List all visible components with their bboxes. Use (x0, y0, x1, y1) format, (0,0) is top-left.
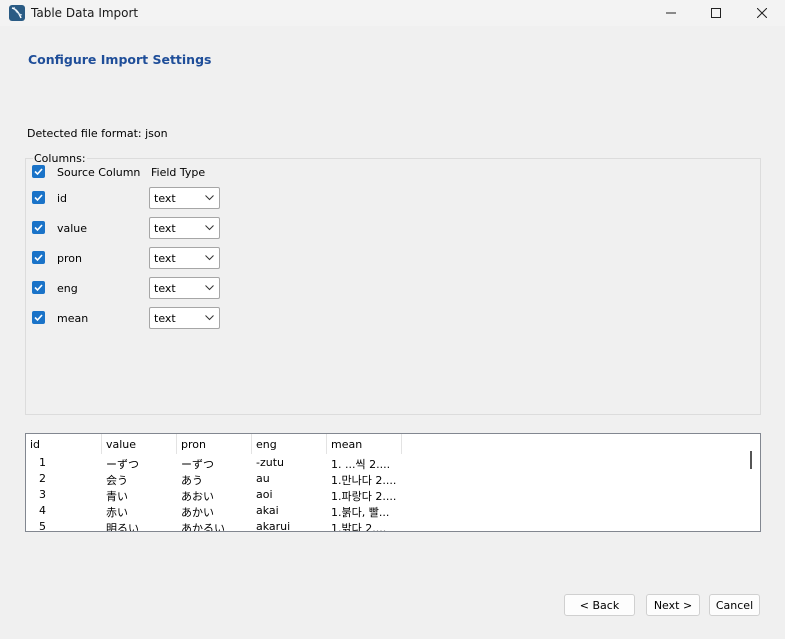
column-name-id: id (57, 192, 68, 205)
preview-cell: 2 (39, 472, 46, 485)
preview-cell: akai (256, 504, 279, 517)
chevron-down-icon (205, 285, 214, 291)
preview-header-eng[interactable]: eng (252, 434, 327, 454)
chevron-down-icon (205, 255, 214, 261)
preview-header-pron[interactable]: pron (177, 434, 252, 454)
preview-cell: 赤い (106, 506, 128, 519)
field-type-select-id[interactable]: text (149, 187, 220, 209)
page-title: Configure Import Settings (28, 52, 212, 67)
field-type-value: text (154, 192, 176, 205)
preview-cell: 青い (106, 490, 128, 503)
cancel-button[interactable]: Cancel (709, 594, 760, 616)
preview-header-id[interactable]: id (26, 434, 102, 454)
field-type-value: text (154, 282, 176, 295)
next-button[interactable]: Next > (646, 594, 700, 616)
preview-cell: あおい (181, 490, 214, 503)
preview-cell: あう (181, 474, 203, 487)
select-all-checkbox[interactable] (32, 165, 45, 178)
minimize-button[interactable] (648, 0, 694, 26)
field-type-select-pron[interactable]: text (149, 247, 220, 269)
preview-cell: 会う (106, 474, 128, 487)
preview-cell: ーずつ (106, 458, 139, 471)
preview-cell: ーずつ (181, 458, 214, 471)
column-checkbox-pron[interactable] (32, 251, 45, 264)
column-checkbox-id[interactable] (32, 191, 45, 204)
field-type-value: text (154, 312, 176, 325)
data-preview-table[interactable]: id value pron eng mean 1 ーずつ ーずつ -zutu 1… (25, 433, 761, 532)
preview-cell: akarui (256, 520, 291, 532)
column-name-eng: eng (57, 282, 78, 295)
column-checkbox-eng[interactable] (32, 281, 45, 294)
column-name-pron: pron (57, 252, 82, 265)
preview-cell: 5 (39, 520, 46, 532)
columns-group (25, 158, 761, 415)
field-type-select-eng[interactable]: text (149, 277, 220, 299)
chevron-down-icon (205, 195, 214, 201)
window-title: Table Data Import (31, 6, 139, 20)
source-column-header: Source Column (57, 166, 141, 179)
chevron-down-icon (205, 225, 214, 231)
maximize-button[interactable] (693, 0, 739, 26)
preview-cell: 1 (39, 456, 46, 469)
back-button[interactable]: < Back (564, 594, 635, 616)
preview-cell: 4 (39, 504, 46, 517)
columns-group-label: Columns: (33, 152, 87, 165)
field-type-value: text (154, 222, 176, 235)
column-checkbox-mean[interactable] (32, 311, 45, 324)
vertical-scrollbar[interactable] (743, 434, 760, 531)
column-name-mean: mean (57, 312, 89, 325)
preview-header-value[interactable]: value (102, 434, 177, 454)
field-type-header: Field Type (151, 166, 206, 179)
preview-cell: あかるい (181, 522, 225, 532)
preview-cell: aoi (256, 488, 273, 501)
preview-cell: 3 (39, 488, 46, 501)
workbench-app-icon (9, 5, 25, 21)
preview-cell: 1.파랑다 2.... (331, 490, 397, 503)
chevron-down-icon (205, 315, 214, 321)
preview-cell: -zutu (256, 456, 284, 469)
preview-cell: 1.만나다 2.... (331, 474, 397, 487)
column-name-value: value (57, 222, 88, 235)
preview-cell: 1.붉다, 빨... (331, 506, 390, 519)
column-checkbox-value[interactable] (32, 221, 45, 234)
preview-cell: 1. ...씩 2.... (331, 458, 391, 471)
preview-cell: あかい (181, 506, 214, 519)
title-bar: Table Data Import (0, 0, 785, 26)
preview-cell: au (256, 472, 270, 485)
preview-cell: 1.밝다 2.... (331, 522, 387, 532)
field-type-select-value[interactable]: text (149, 217, 220, 239)
detected-format-label: Detected file format: json (27, 127, 168, 140)
preview-header-mean[interactable]: mean (327, 434, 402, 454)
close-button[interactable] (739, 0, 785, 26)
preview-cell: 明るい (106, 522, 139, 532)
field-type-value: text (154, 252, 176, 265)
field-type-select-mean[interactable]: text (149, 307, 220, 329)
scrollbar-thumb[interactable] (750, 451, 752, 469)
